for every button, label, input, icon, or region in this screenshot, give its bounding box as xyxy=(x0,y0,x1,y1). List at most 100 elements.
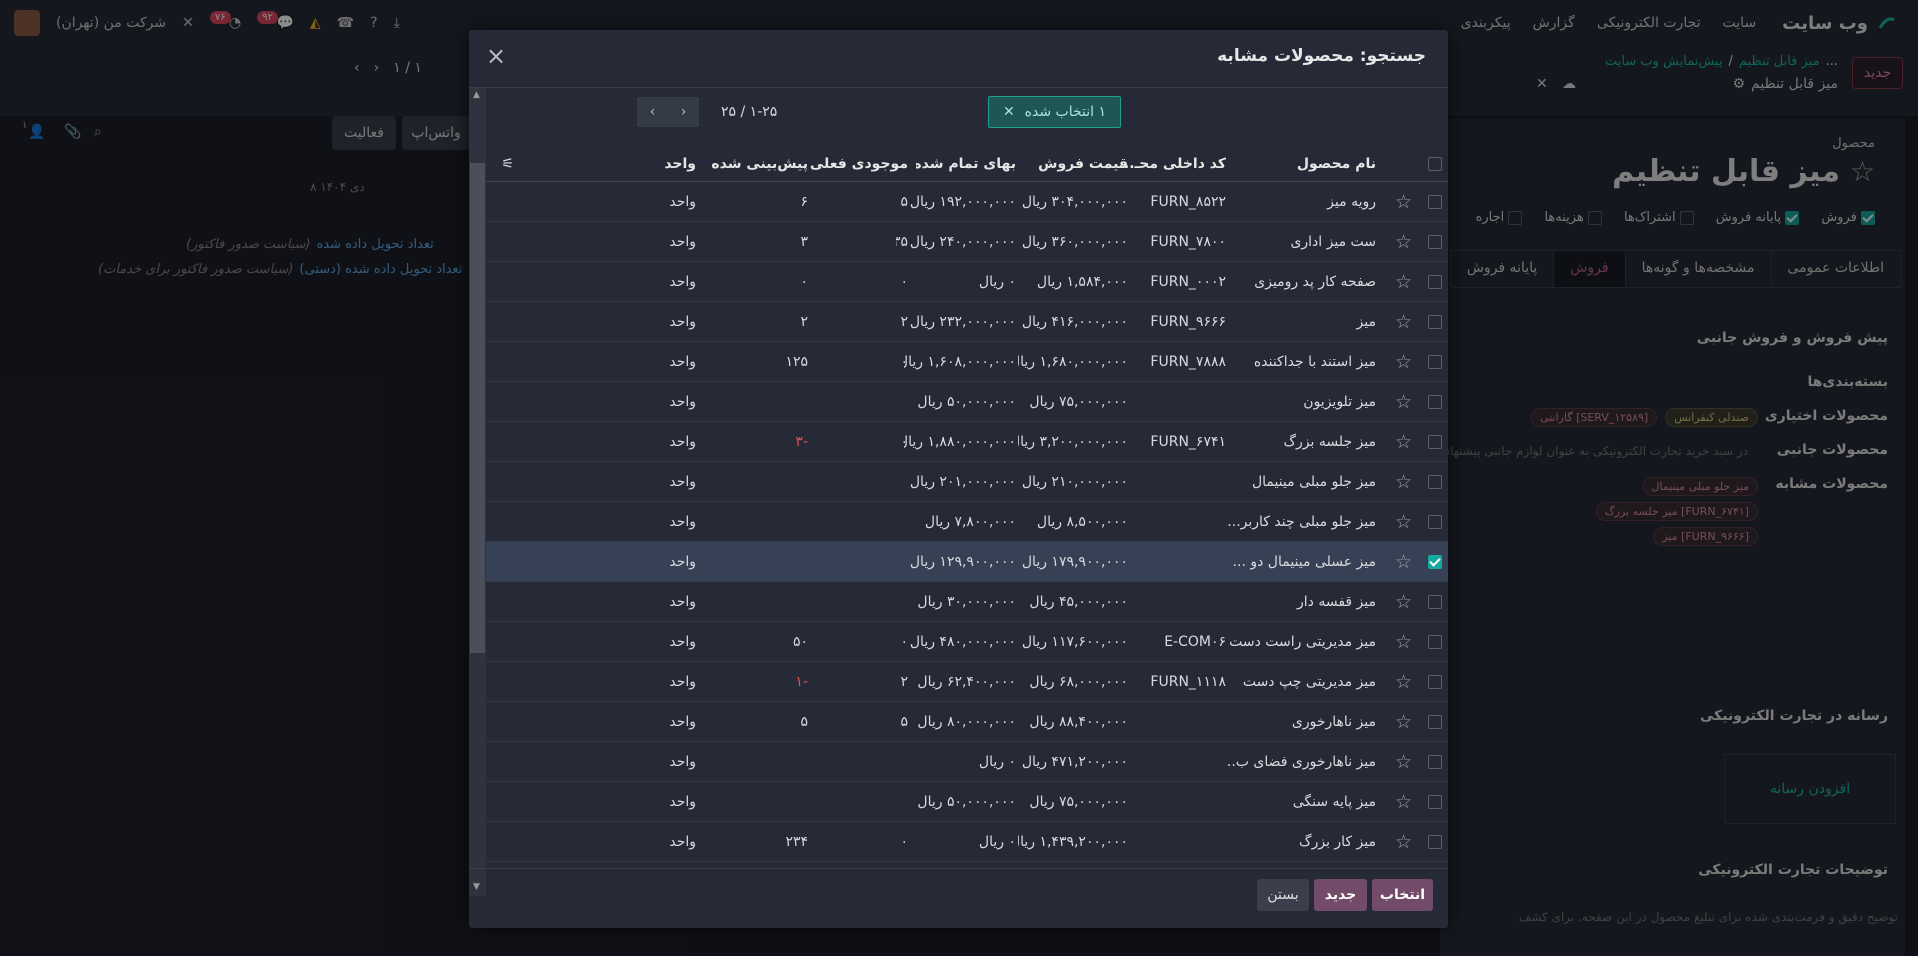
favorite-star-icon[interactable]: ☆ xyxy=(1388,782,1412,821)
row-checkbox[interactable] xyxy=(1428,834,1442,849)
table-row[interactable]: ☆ میز قفسه دار ۴۵,۰۰۰,۰۰۰ ریال ۳۰,۰۰۰,۰۰۰ ر… xyxy=(486,582,1448,622)
table-row[interactable]: ☆ میز تلویزیون ۷۵,۰۰۰,۰۰۰ ریال ۵۰,۰۰۰,۰۰۰ ر… xyxy=(486,382,1448,422)
row-checkbox[interactable] xyxy=(1428,354,1442,369)
row-select-cell[interactable] xyxy=(1426,262,1442,301)
table-row[interactable]: ☆ میز عسلی مینیمال دو ... ۱۷۹,۹۰۰,۰۰۰ ریال… xyxy=(486,542,1448,582)
table-row[interactable]: ☆ رویه میز FURN_۸۵۲۲ ۳۰۴,۰۰۰,۰۰۰ ریال ۱۹۲,۰۰… xyxy=(486,182,1448,222)
table-row[interactable]: ☆ میز FURN_۹۶۶۶ ۴۱۶,۰۰۰,۰۰۰ ریال ۲۳۲,۰۰۰,۰۰۰… xyxy=(486,302,1448,342)
table-row[interactable]: ☆ میز کار بزرگ ۱,۴۳۹,۲۰۰,۰۰۰ ریال۰ ریال ۰ ۲۳… xyxy=(486,822,1448,862)
row-checkbox[interactable] xyxy=(1428,554,1442,569)
cell-name: میز ناهارخوری xyxy=(1291,713,1376,730)
favorite-star-icon[interactable]: ☆ xyxy=(1388,702,1412,741)
table-row[interactable]: ☆ میز جلسه بزرگ FURN_۶۷۴۱ ۳,۲۰۰,۰۰۰,۰۰۰ ریا… xyxy=(486,422,1448,462)
table-row[interactable]: ☆ میز مدیریتی چپ دست FURN_۱۱۱۸ ۶۸,۰۰۰,۰۰۰ ر… xyxy=(486,662,1448,702)
table-row[interactable]: ☆ میز جلو مبلی مینیمال ۲۱۰,۰۰۰,۰۰۰ ریال ۲۰۱… xyxy=(486,462,1448,502)
table-row[interactable]: ☆ میز ناهارخوری فضای ب... ۴۷۱,۲۰۰,۰۰۰ ریال… xyxy=(486,742,1448,782)
table-row[interactable]: ☆ میز مدیریتی راست دست E-COM۰۶ ۱۱۷,۶۰۰,۰۰۰ … xyxy=(486,622,1448,662)
col-code[interactable]: کد داخلی محـ... xyxy=(1116,146,1226,181)
row-checkbox[interactable] xyxy=(1428,194,1442,209)
row-select-cell[interactable] xyxy=(1426,342,1442,381)
row-checkbox[interactable] xyxy=(1428,674,1442,689)
cell-onhand: ۰ xyxy=(900,833,908,850)
row-select-cell[interactable] xyxy=(1426,302,1442,341)
row-checkbox[interactable] xyxy=(1428,634,1442,649)
cell-cost: ۲۴۰,۰۰۰,۰۰۰ ریال xyxy=(909,233,1016,250)
row-checkbox[interactable] xyxy=(1428,714,1442,729)
favorite-star-icon[interactable]: ☆ xyxy=(1388,182,1412,221)
table-row[interactable]: ☆ میز پایه سنگی ۷۵,۰۰۰,۰۰۰ ریال ۵۰,۰۰۰,۰۰۰ … xyxy=(486,782,1448,822)
row-checkbox[interactable] xyxy=(1428,794,1442,809)
selected-badge[interactable]: ۱ انتخاب شده ✕ xyxy=(988,96,1121,128)
col-onhand[interactable]: موجودی فعلی xyxy=(808,146,908,181)
favorite-star-icon[interactable]: ☆ xyxy=(1388,222,1412,261)
favorite-star-icon[interactable]: ☆ xyxy=(1388,302,1412,341)
favorite-star-icon[interactable]: ☆ xyxy=(1388,422,1412,461)
cell-price: ۸,۵۰۰,۰۰۰ ریال xyxy=(1036,513,1128,530)
cell-code xyxy=(1116,502,1226,541)
pager-prev-button[interactable]: ‹ xyxy=(637,97,668,127)
column-settings-icon[interactable]: ⚟ xyxy=(494,146,514,181)
scroll-up-icon[interactable]: ▲ xyxy=(473,90,480,100)
new-button[interactable]: جدید xyxy=(1314,879,1367,911)
row-select-cell[interactable] xyxy=(1426,182,1442,221)
row-select-cell[interactable] xyxy=(1426,662,1442,701)
row-select-cell[interactable] xyxy=(1426,462,1442,501)
cell-code: FURN_۸۵۲۲ xyxy=(1150,193,1226,210)
pager-value[interactable]: ۱-۲۵ / ۲۵ xyxy=(721,104,777,120)
row-select-cell[interactable] xyxy=(1426,502,1442,541)
pager-next-button[interactable]: › xyxy=(668,97,699,127)
favorite-star-icon[interactable]: ☆ xyxy=(1388,462,1412,501)
favorite-star-icon[interactable]: ☆ xyxy=(1388,822,1412,861)
table-row[interactable]: ☆ ست میز اداری FURN_۷۸۰۰ ۳۶۰,۰۰۰,۰۰۰ ریال ۲۴… xyxy=(486,222,1448,262)
cell-forecast xyxy=(783,462,808,501)
row-select-cell[interactable] xyxy=(1426,702,1442,741)
row-select-cell[interactable] xyxy=(1426,622,1442,661)
select-all-checkbox[interactable] xyxy=(1428,156,1442,171)
select-button[interactable]: انتخاب xyxy=(1372,879,1433,911)
favorite-star-icon[interactable]: ☆ xyxy=(1388,502,1412,541)
row-checkbox[interactable] xyxy=(1428,234,1442,249)
close-icon[interactable]: × xyxy=(484,44,508,69)
favorite-star-icon[interactable]: ☆ xyxy=(1388,582,1412,621)
list-pager: ‹ › ۱-۲۵ / ۲۵ xyxy=(637,97,893,127)
favorite-star-icon[interactable]: ☆ xyxy=(1388,542,1412,581)
close-button[interactable]: بستن xyxy=(1257,879,1309,911)
table-row[interactable]: ☆ میز جلو مبلی چند کاربر... ۸,۵۰۰,۰۰۰ ریال… xyxy=(486,502,1448,542)
row-checkbox[interactable] xyxy=(1428,314,1442,329)
row-select-cell[interactable] xyxy=(1426,742,1442,781)
row-checkbox[interactable] xyxy=(1428,754,1442,769)
cell-cost: ۵۰,۰۰۰,۰۰۰ ریال xyxy=(917,793,1016,810)
col-forecast[interactable]: پیش‌بینی شده xyxy=(708,146,808,181)
scrollbar-thumb[interactable] xyxy=(470,163,485,653)
dialog-scrollbar[interactable]: ▲ ▼ xyxy=(469,88,486,896)
cell-onhand xyxy=(896,382,908,421)
col-cost[interactable]: بهای تمام شده xyxy=(916,146,1016,181)
row-checkbox[interactable] xyxy=(1428,394,1442,409)
row-select-cell[interactable] xyxy=(1426,782,1442,821)
favorite-star-icon[interactable]: ☆ xyxy=(1388,382,1412,421)
favorite-star-icon[interactable]: ☆ xyxy=(1388,262,1412,301)
row-select-cell[interactable] xyxy=(1426,542,1442,581)
row-select-cell[interactable] xyxy=(1426,422,1442,461)
table-row[interactable]: ☆ میز استند با جداکننده FURN_۷۸۸۸ ۱,۶۸۰,۰۰۰… xyxy=(486,342,1448,382)
select-all-cell[interactable] xyxy=(1426,146,1442,181)
col-uom[interactable]: واحد xyxy=(636,146,696,181)
clear-selection-icon[interactable]: ✕ xyxy=(1003,104,1015,120)
row-select-cell[interactable] xyxy=(1426,582,1442,621)
row-select-cell[interactable] xyxy=(1426,382,1442,421)
row-checkbox[interactable] xyxy=(1428,434,1442,449)
row-checkbox[interactable] xyxy=(1428,274,1442,289)
favorite-star-icon[interactable]: ☆ xyxy=(1388,662,1412,701)
col-name[interactable]: نام محصول xyxy=(1216,146,1376,181)
row-checkbox[interactable] xyxy=(1428,514,1442,529)
table-row[interactable]: ☆ میز ناهارخوری ۸۸,۴۰۰,۰۰۰ ریال ۸۰,۰۰۰,۰۰۰ … xyxy=(486,702,1448,742)
favorite-star-icon[interactable]: ☆ xyxy=(1388,742,1412,781)
row-checkbox[interactable] xyxy=(1428,474,1442,489)
favorite-star-icon[interactable]: ☆ xyxy=(1388,622,1412,661)
row-select-cell[interactable] xyxy=(1426,822,1442,861)
favorite-star-icon[interactable]: ☆ xyxy=(1388,342,1412,381)
row-checkbox[interactable] xyxy=(1428,594,1442,609)
row-select-cell[interactable] xyxy=(1426,222,1442,261)
col-price[interactable]: قیمت فروش xyxy=(1038,146,1128,181)
table-row[interactable]: ☆ صفحه کار پد رومیزی FURN_۰۰۰۲ ۱,۵۸۴,۰۰۰ ری… xyxy=(486,262,1448,302)
